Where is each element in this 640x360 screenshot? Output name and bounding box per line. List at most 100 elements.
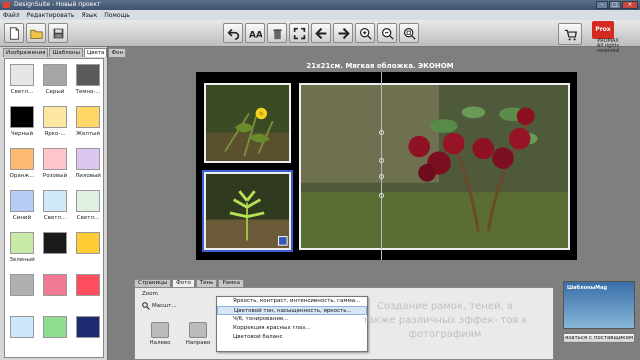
color-swatch[interactable] bbox=[10, 316, 34, 338]
new-project-button[interactable] bbox=[4, 23, 24, 43]
rotate-right-icon bbox=[189, 322, 207, 338]
color-swatch[interactable] bbox=[10, 106, 34, 128]
color-swatch[interactable] bbox=[43, 274, 67, 296]
color-swatch-label: Желтый bbox=[76, 131, 100, 137]
color-swatch[interactable] bbox=[76, 106, 100, 128]
menu-file[interactable]: Файл bbox=[3, 12, 20, 19]
spine-handle[interactable] bbox=[379, 130, 384, 135]
color-swatch-label: Светл... bbox=[10, 89, 34, 95]
fullscreen-icon bbox=[293, 27, 305, 39]
color-swatch-label: Темно-... bbox=[75, 89, 101, 95]
color-swatch-label: Розовый bbox=[42, 173, 68, 179]
color-swatch[interactable] bbox=[76, 232, 100, 254]
color-swatch-label: Черный bbox=[10, 131, 34, 137]
rotate-left-icon bbox=[151, 322, 169, 338]
page-spine[interactable] bbox=[381, 72, 382, 260]
menu-bar: Файл Редактировать Язык Помощь bbox=[0, 10, 640, 20]
rotate-right-label: Направо bbox=[185, 340, 211, 346]
color-swatch-label: Серый bbox=[45, 89, 65, 95]
color-swatch[interactable] bbox=[76, 64, 100, 86]
tab-shadow[interactable]: Тень bbox=[195, 279, 218, 287]
delete-button[interactable] bbox=[267, 23, 287, 43]
color-swatch[interactable] bbox=[10, 148, 34, 170]
rotate-right-button[interactable]: Направо bbox=[185, 322, 211, 350]
prev-page-button[interactable] bbox=[311, 23, 331, 43]
tab-images[interactable]: Изображения bbox=[3, 48, 49, 57]
color-swatch[interactable] bbox=[43, 64, 67, 86]
menu-language[interactable]: Язык bbox=[81, 12, 97, 19]
menu-item-color-balance[interactable]: Цветовой баланс bbox=[217, 333, 367, 342]
shopping-cart-icon bbox=[564, 29, 577, 40]
minimize-button[interactable]: – bbox=[596, 1, 608, 9]
color-swatch[interactable] bbox=[76, 148, 100, 170]
photo-frame-top-left[interactable] bbox=[204, 83, 291, 163]
color-swatch[interactable] bbox=[43, 232, 67, 254]
maximize-button[interactable]: □ bbox=[609, 1, 621, 9]
cart-button[interactable] bbox=[558, 23, 582, 45]
color-swatch-label: Зеленый bbox=[9, 257, 35, 263]
photo-frame-main[interactable] bbox=[299, 83, 570, 250]
trash-icon bbox=[272, 28, 282, 39]
menu-item-bw-toning[interactable]: Ч/б, тонирование... bbox=[217, 315, 367, 324]
zoom-field[interactable]: Масшт... bbox=[152, 303, 177, 309]
text-button[interactable]: AA bbox=[245, 23, 265, 43]
spine-handle[interactable] bbox=[379, 174, 384, 179]
text-aa-icon: AA bbox=[249, 30, 262, 39]
menu-item-hue-saturation[interactable]: Цветовой тон, насыщенность, яркость... bbox=[217, 306, 367, 315]
open-button[interactable] bbox=[26, 23, 46, 43]
color-swatch[interactable] bbox=[10, 64, 34, 86]
color-swatch[interactable] bbox=[10, 190, 34, 212]
supplier-banner[interactable]: ШаблоныMag bbox=[563, 281, 635, 329]
tab-background[interactable]: Фон bbox=[108, 48, 127, 57]
app-icon bbox=[3, 2, 10, 8]
menu-help[interactable]: Помощь bbox=[104, 12, 130, 19]
menu-item-brightness[interactable]: Яркость, контраст, интенсивность, гамма.… bbox=[217, 297, 367, 306]
save-button[interactable] bbox=[48, 23, 68, 43]
close-button[interactable]: × bbox=[622, 1, 638, 9]
contact-supplier-button[interactable]: язаться с поставщиком bbox=[563, 333, 635, 343]
color-swatch[interactable] bbox=[43, 316, 67, 338]
undo-arrow-icon bbox=[226, 28, 239, 40]
spine-handle[interactable] bbox=[379, 193, 384, 198]
green-plant-photo bbox=[206, 174, 289, 248]
menu-item-red-eye[interactable]: Коррекция красных глаз... bbox=[217, 324, 367, 333]
window-title: DesignSuite - Новый проект bbox=[14, 1, 101, 8]
color-swatch[interactable] bbox=[43, 190, 67, 212]
cranberries-photo bbox=[301, 85, 568, 248]
color-swatch[interactable] bbox=[43, 106, 67, 128]
color-swatch[interactable] bbox=[43, 148, 67, 170]
tab-frame[interactable]: Рамка bbox=[218, 279, 244, 287]
color-swatch[interactable] bbox=[10, 274, 34, 296]
photo-frame-bottom-left[interactable] bbox=[202, 170, 293, 252]
new-document-icon bbox=[9, 26, 19, 40]
effects-context-menu: Яркость, контраст, интенсивность, гамма.… bbox=[216, 296, 368, 352]
arrow-left-icon bbox=[314, 27, 326, 39]
zoom-out-icon bbox=[381, 27, 394, 40]
zoom-in-button[interactable] bbox=[355, 23, 375, 43]
tab-pages[interactable]: Страницы bbox=[134, 279, 172, 287]
brand-rights: All rights reserved bbox=[596, 43, 620, 54]
file-tools bbox=[4, 23, 68, 43]
zoom-in-icon bbox=[359, 27, 372, 40]
next-page-button[interactable] bbox=[333, 23, 353, 43]
color-swatch[interactable] bbox=[76, 190, 100, 212]
menu-edit[interactable]: Редактировать bbox=[27, 12, 75, 19]
color-swatch-label: Светл... bbox=[43, 215, 67, 221]
spine-handle[interactable] bbox=[379, 158, 384, 163]
zoom-label: Zoom bbox=[142, 291, 158, 297]
tab-templates[interactable]: Шаблоны bbox=[49, 48, 83, 57]
title-bar: DesignSuite - Новый проект – □ × bbox=[0, 0, 640, 10]
tab-photo[interactable]: Фото bbox=[172, 279, 195, 287]
color-swatch[interactable] bbox=[76, 316, 100, 338]
tab-colors[interactable]: Цвета bbox=[83, 48, 108, 57]
zoom-out-button[interactable] bbox=[377, 23, 397, 43]
left-tabs: Изображения Шаблоны Цвета Фон bbox=[3, 48, 127, 57]
save-icon bbox=[53, 28, 63, 38]
magnifier-icon bbox=[142, 302, 150, 310]
color-swatch[interactable] bbox=[10, 232, 34, 254]
fit-button[interactable] bbox=[289, 23, 309, 43]
undo-button[interactable] bbox=[223, 23, 243, 43]
rotate-left-button[interactable]: Налево bbox=[147, 322, 173, 350]
zoom-fit-button[interactable] bbox=[399, 23, 419, 43]
color-swatch[interactable] bbox=[76, 274, 100, 296]
